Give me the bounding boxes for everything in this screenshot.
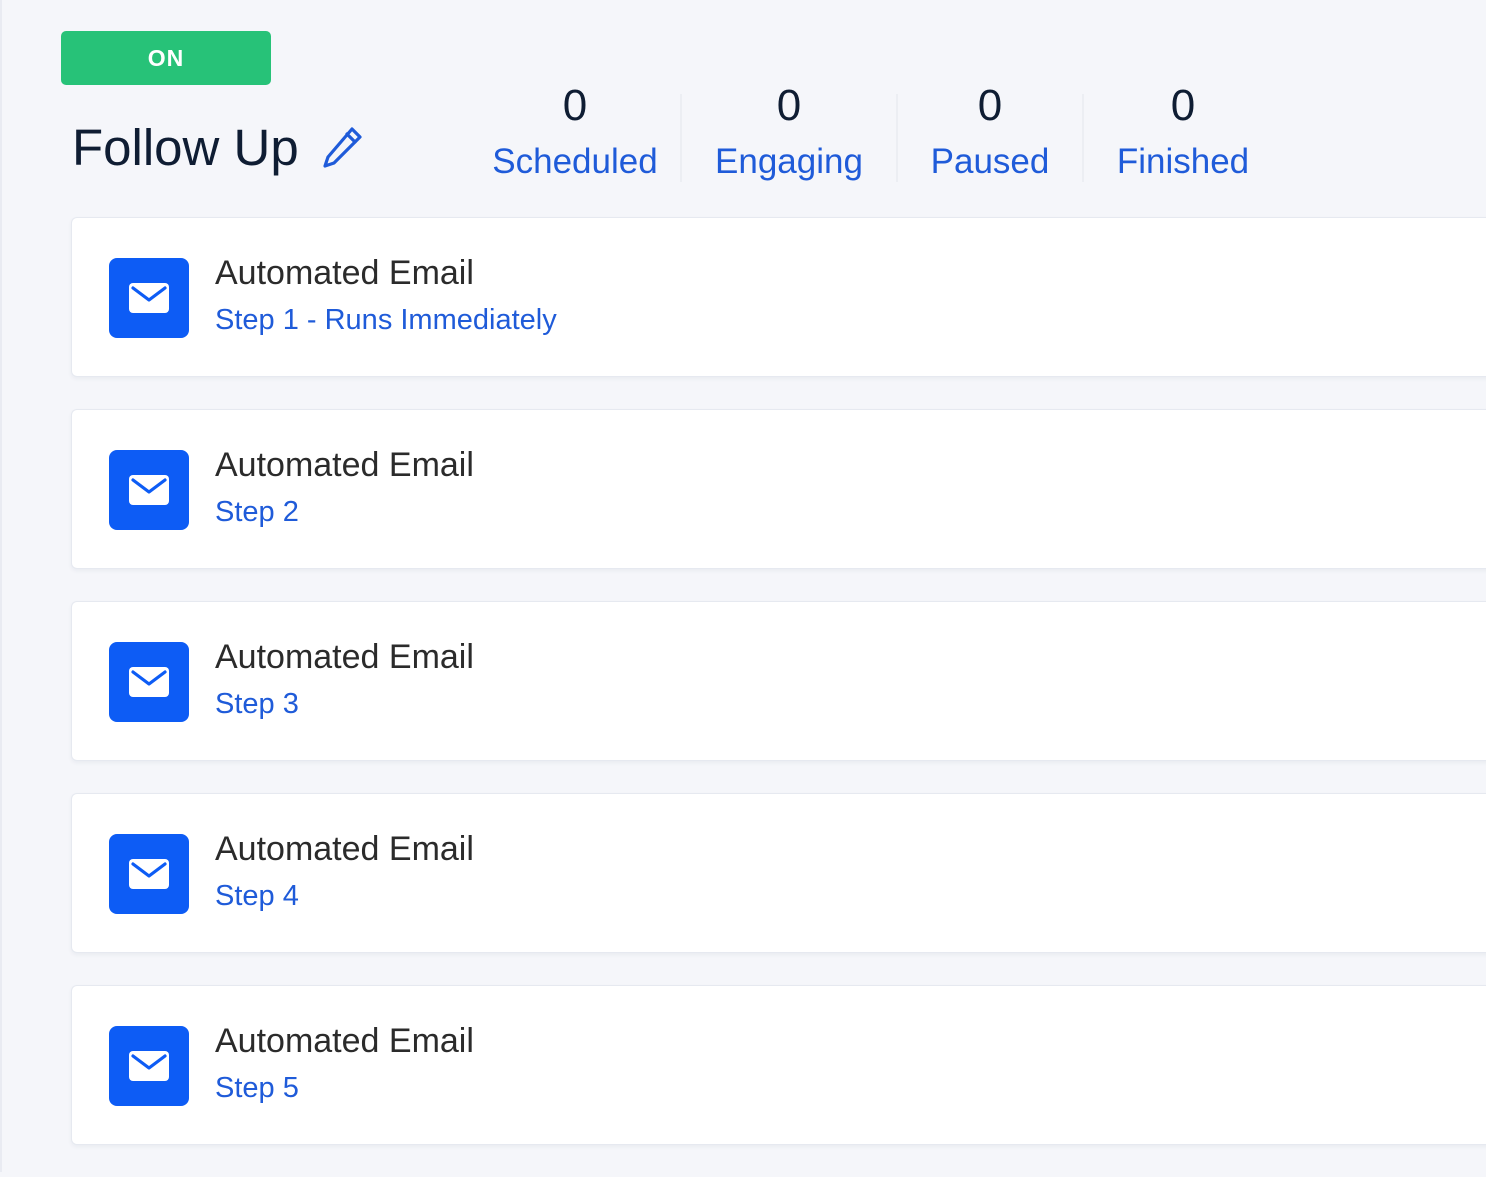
mail-icon [109, 1026, 189, 1106]
stat-engaging-count: 0 [776, 81, 802, 130]
mail-icon [109, 450, 189, 530]
step-title: Automated Email [215, 830, 474, 868]
mail-icon [109, 642, 189, 722]
step-card-5[interactable]: Automated Email Step 5 [71, 985, 1486, 1145]
step-list: Automated Email Step 1 - Runs Immediatel… [71, 217, 1486, 1177]
step-title: Automated Email [215, 638, 474, 676]
step-subtitle: Step 5 [215, 1072, 299, 1104]
stats-bar: 0 Scheduled 0 Engaging 0 Paused 0 Finish… [470, 72, 1282, 192]
step-card-2[interactable]: Automated Email Step 2 [71, 409, 1486, 569]
stat-paused-count: 0 [977, 81, 1003, 130]
step-card-4[interactable]: Automated Email Step 4 [71, 793, 1486, 953]
step-title: Automated Email [215, 254, 474, 292]
step-title: Automated Email [215, 1022, 474, 1060]
mail-icon [109, 258, 189, 338]
sequence-page: ON Follow Up 0 Scheduled 0 Engaging 0 Pa… [0, 0, 1486, 1172]
stat-finished-label: Finished [1116, 142, 1250, 181]
step-card-3[interactable]: Automated Email Step 3 [71, 601, 1486, 761]
stat-scheduled-count: 0 [562, 81, 588, 130]
stat-paused[interactable]: 0 Paused [898, 72, 1082, 192]
stat-finished[interactable]: 0 Finished [1084, 72, 1282, 192]
step-subtitle: Step 4 [215, 880, 299, 912]
step-subtitle: Step 2 [215, 496, 299, 528]
title-row: Follow Up [72, 112, 365, 182]
left-border [0, 0, 2, 1172]
stat-finished-count: 0 [1170, 81, 1196, 130]
pencil-edit-icon[interactable] [321, 124, 365, 170]
step-title: Automated Email [215, 446, 474, 484]
status-toggle-button[interactable]: ON [61, 31, 271, 85]
step-subtitle: Step 3 [215, 688, 299, 720]
mail-icon [109, 834, 189, 914]
stat-engaging[interactable]: 0 Engaging [682, 72, 896, 192]
sequence-title: Follow Up [72, 118, 299, 176]
stat-paused-label: Paused [930, 142, 1050, 181]
stat-engaging-label: Engaging [715, 142, 863, 181]
step-card-1[interactable]: Automated Email Step 1 - Runs Immediatel… [71, 217, 1486, 377]
step-subtitle: Step 1 - Runs Immediately [215, 304, 557, 336]
stat-scheduled[interactable]: 0 Scheduled [470, 72, 680, 192]
stat-scheduled-label: Scheduled [492, 142, 658, 181]
